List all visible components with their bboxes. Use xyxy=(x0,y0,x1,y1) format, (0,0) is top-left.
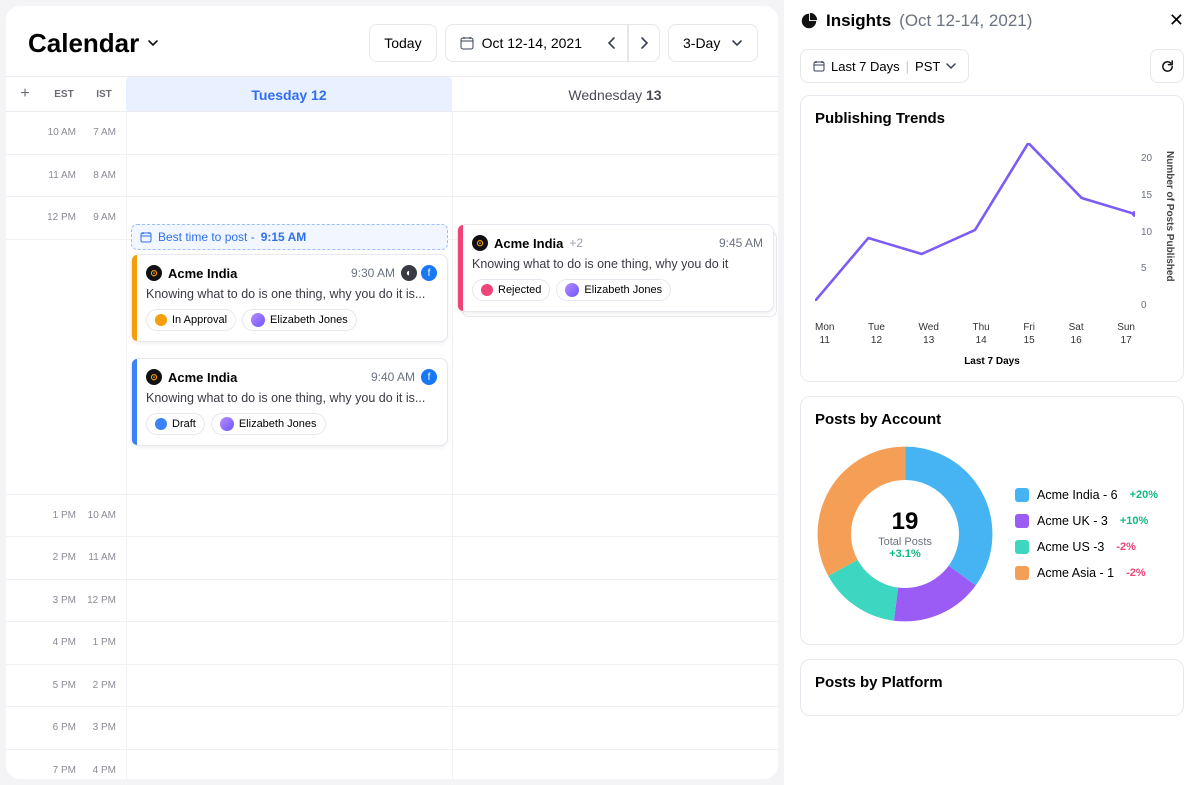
next-button[interactable] xyxy=(628,24,660,62)
avatar xyxy=(251,313,265,327)
close-button[interactable]: ✕ xyxy=(1169,10,1184,31)
trends-title: Publishing Trends xyxy=(815,110,1169,127)
prev-button[interactable] xyxy=(596,24,628,62)
brand-logo-icon: ⊙ xyxy=(472,235,488,251)
chevron-down-icon xyxy=(946,61,956,71)
moon-icon: ◐ xyxy=(401,265,417,281)
event-card[interactable]: ⊙ Acme India 9:30 AM ◐ f Knowing what to… xyxy=(131,254,448,342)
y-axis: 20151050 xyxy=(1141,153,1169,311)
avatar xyxy=(565,283,579,297)
status-badge: Rejected xyxy=(472,279,550,301)
chevron-down-icon xyxy=(731,37,743,49)
platform-title: Posts by Platform xyxy=(815,674,1169,691)
author-chip[interactable]: Elizabeth Jones xyxy=(242,309,357,331)
posts-by-platform-card: Posts by Platform xyxy=(800,659,1184,716)
page-title-dropdown[interactable]: Calendar xyxy=(28,28,161,59)
timezone-1[interactable]: EST xyxy=(44,89,84,100)
legend-item[interactable]: Acme UK - 3+10% xyxy=(1015,514,1169,528)
author-chip[interactable]: Elizabeth Jones xyxy=(211,413,326,435)
view-select[interactable]: 3-Day xyxy=(668,24,758,62)
day-tab-wednesday[interactable]: Wednesday 13 xyxy=(452,77,778,111)
trends-chart[interactable]: Number of Posts Published 20151050 Mon11… xyxy=(815,137,1169,367)
date-range-button[interactable]: Oct 12-14, 2021 xyxy=(445,24,596,62)
chevron-right-icon xyxy=(639,37,649,49)
chevron-left-icon xyxy=(607,37,617,49)
add-button[interactable]: + xyxy=(6,85,44,103)
insights-title: Insights xyxy=(826,11,891,31)
status-badge: Draft xyxy=(146,413,205,435)
page-title: Calendar xyxy=(28,28,139,59)
x-axis: Mon11Tue12Wed13Thu14Fri15Sat16Sun17 xyxy=(815,321,1135,347)
refresh-button[interactable] xyxy=(1150,49,1184,83)
facebook-icon: f xyxy=(421,265,437,281)
day-tab-tuesday[interactable]: Tuesday 12 xyxy=(126,77,452,111)
day-column-wednesday[interactable]: ⊙ Acme India +2 9:45 AM Knowing what to … xyxy=(452,112,778,779)
today-button[interactable]: Today xyxy=(369,24,436,62)
x-axis-caption: Last 7 Days xyxy=(815,356,1169,367)
legend-item[interactable]: Acme India - 6+20% xyxy=(1015,488,1169,502)
accounts-title: Posts by Account xyxy=(815,411,1169,428)
insights-panel: Insights (Oct 12-14, 2021) ✕ Last 7 Days… xyxy=(784,0,1200,785)
calendar-icon xyxy=(140,231,152,243)
facebook-icon: f xyxy=(421,369,437,385)
chevron-down-icon xyxy=(145,35,161,51)
author-chip[interactable]: Elizabeth Jones xyxy=(556,279,671,301)
legend-item[interactable]: Acme Asia - 1-2% xyxy=(1015,566,1169,580)
calendar-icon xyxy=(813,60,825,72)
day-column-tuesday[interactable]: Best time to post - 9:15 AM ⊙ Acme India… xyxy=(126,112,452,779)
donut-chart[interactable]: 19 Total Posts +3.1% xyxy=(815,444,995,624)
brand-logo-icon: ⊙ xyxy=(146,369,162,385)
calendar-icon xyxy=(460,36,474,50)
chart-pie-icon xyxy=(800,12,818,30)
date-range-group: Oct 12-14, 2021 xyxy=(445,24,660,62)
best-time-hint[interactable]: Best time to post - 9:15 AM xyxy=(131,224,448,250)
time-gutter: 10 AM7 AM 11 AM8 AM 12 PM9 AM 1 PM10 AM … xyxy=(6,112,126,779)
calendar-grid[interactable]: 10 AM7 AM 11 AM8 AM 12 PM9 AM 1 PM10 AM … xyxy=(6,112,778,779)
date-filter-pill[interactable]: Last 7 Days | PST xyxy=(800,49,969,83)
legend: Acme India - 6+20% Acme UK - 3+10% Acme … xyxy=(1015,488,1169,580)
refresh-icon xyxy=(1160,59,1175,74)
event-card[interactable]: ⊙ Acme India +2 9:45 AM Knowing what to … xyxy=(457,224,774,312)
avatar xyxy=(220,417,234,431)
event-card[interactable]: ⊙ Acme India 9:40 AM f Knowing what to d… xyxy=(131,358,448,446)
total-posts: 19 xyxy=(892,508,919,536)
day-header-row: + EST IST Tuesday 12 Wednesday 13 xyxy=(6,76,778,112)
brand-logo-icon: ⊙ xyxy=(146,265,162,281)
insights-subtitle: (Oct 12-14, 2021) xyxy=(899,11,1032,31)
legend-item[interactable]: Acme US -3-2% xyxy=(1015,540,1169,554)
publishing-trends-card: Publishing Trends Number of Posts Publis… xyxy=(800,95,1184,382)
calendar-pane: Calendar Today Oct 12-14, 2021 3-Day + E… xyxy=(6,6,778,779)
status-badge: In Approval xyxy=(146,309,236,331)
posts-by-account-card: Posts by Account 19 Total Posts +3.1% xyxy=(800,396,1184,645)
calendar-header: Calendar Today Oct 12-14, 2021 3-Day xyxy=(6,6,778,76)
timezone-2[interactable]: IST xyxy=(84,89,124,100)
